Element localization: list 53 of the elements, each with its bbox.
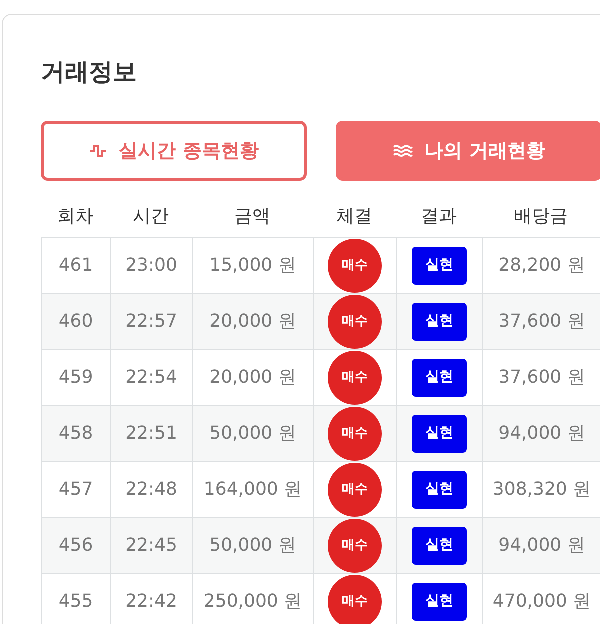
column-header: 체결: [336, 204, 372, 228]
pulse-icon: [89, 144, 108, 158]
table-cell-text: 94,000 원: [498, 534, 586, 558]
tab[interactable]: 실시간 종목현황: [41, 121, 307, 181]
table-cell: 20,000 원: [193, 350, 314, 405]
result-badge: 실현: [412, 358, 467, 396]
table-cell: 250,000 원: [193, 574, 314, 624]
table-cell: 50,000 원: [193, 406, 314, 461]
result-badge: 실현: [412, 526, 467, 564]
section-title: 거래정보: [41, 57, 138, 88]
table-cell: 22:57: [111, 294, 193, 349]
table-cell: 22:48: [111, 462, 193, 517]
table-cell: 22:45: [111, 518, 193, 573]
buy-badge: 매수: [328, 518, 382, 572]
waves-icon: [392, 144, 413, 158]
result-badge: 실현: [412, 414, 467, 452]
column-header: 결과: [421, 204, 457, 228]
table-cell: 22:51: [111, 406, 193, 461]
column-header: 배당금: [514, 204, 568, 228]
table-cell: 164,000 원: [193, 462, 314, 517]
table-cell-text: 28,200 원: [498, 254, 586, 278]
table-cell-text: 308,320 원: [492, 478, 592, 502]
result-badge: 실현: [412, 302, 467, 340]
table-cell: 15,000 원: [193, 238, 314, 293]
table-cell: 456: [42, 518, 111, 573]
result-badge: 실현: [412, 470, 467, 508]
table-cell-text: 37,600 원: [498, 310, 586, 334]
table-cell: 22:54: [111, 350, 193, 405]
column-header: 시간: [133, 204, 169, 228]
table-cell: 457: [42, 462, 111, 517]
table-cell: 22:42: [111, 574, 193, 624]
buy-badge: 매수: [328, 238, 382, 292]
result-badge: 실현: [412, 246, 467, 284]
table-cell: 50,000 원: [193, 518, 314, 573]
column-header: 금액: [234, 204, 270, 228]
table-cell-text: 94,000 원: [498, 422, 586, 446]
table-cell-text: 470,000 원: [492, 590, 592, 614]
buy-badge: 매수: [328, 406, 382, 460]
buy-badge: 매수: [328, 574, 382, 624]
table-cell: 461: [42, 238, 111, 293]
table-cell: 20,000 원: [193, 294, 314, 349]
tab[interactable]: 나의 거래현황: [336, 121, 600, 181]
table-cell: 458: [42, 406, 111, 461]
table-cell: 460: [42, 294, 111, 349]
column-header: 회차: [58, 204, 94, 228]
buy-badge: 매수: [328, 350, 382, 404]
table-cell-text: 37,600 원: [498, 366, 586, 390]
table-cell: 23:00: [111, 238, 193, 293]
buy-badge: 매수: [328, 462, 382, 516]
table-cell: 455: [42, 574, 111, 624]
result-badge: 실현: [412, 582, 467, 620]
table-cell: 459: [42, 350, 111, 405]
buy-badge: 매수: [328, 294, 382, 348]
